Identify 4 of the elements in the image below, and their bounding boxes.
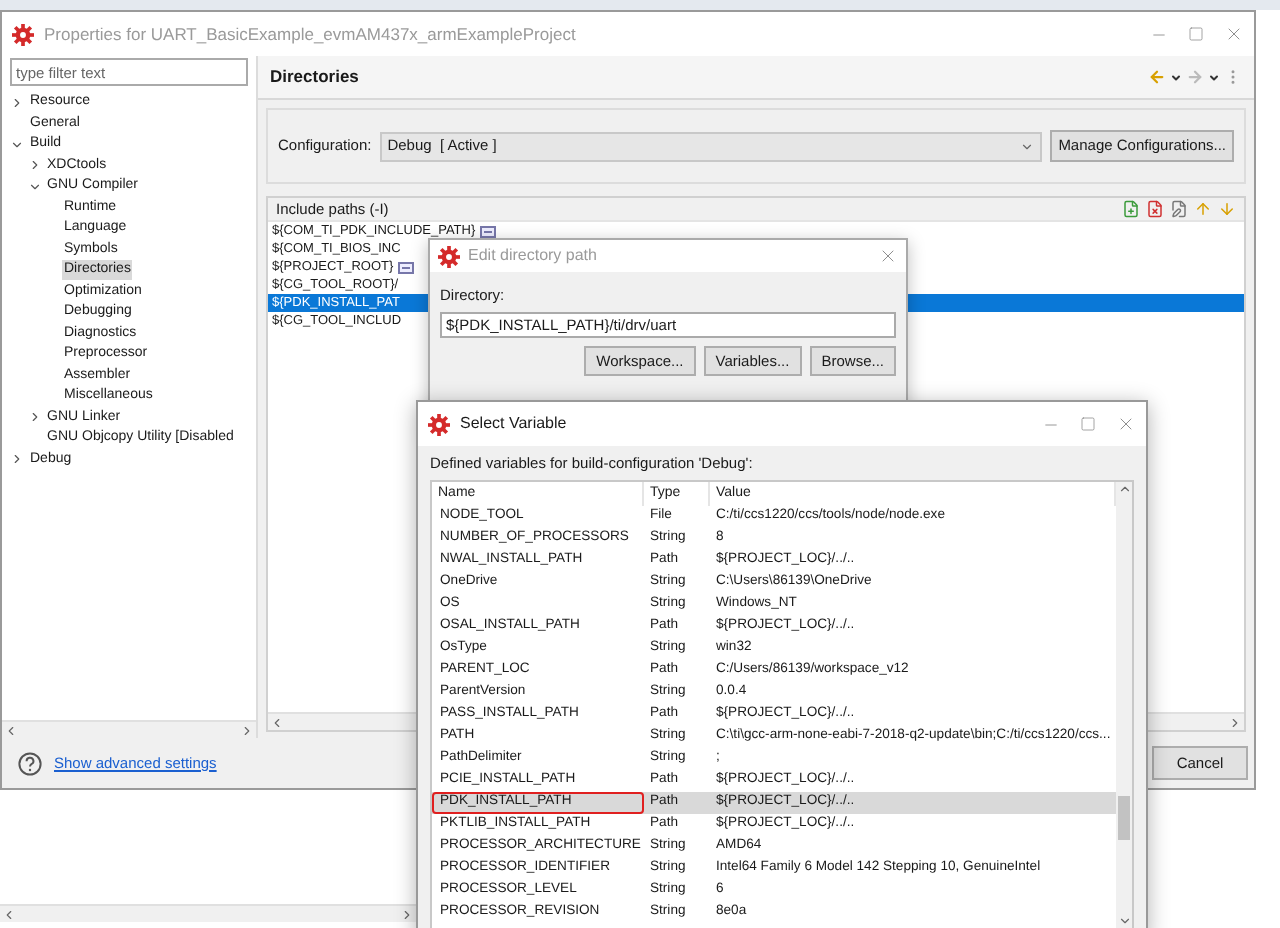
page-title: Directories	[270, 64, 359, 90]
dialog-title: Select Variable	[460, 412, 567, 436]
window-title: Properties for UART_BasicExample_evmAM437x_armExampleProject	[44, 21, 576, 47]
dialog-title: Edit directory path	[468, 244, 597, 268]
